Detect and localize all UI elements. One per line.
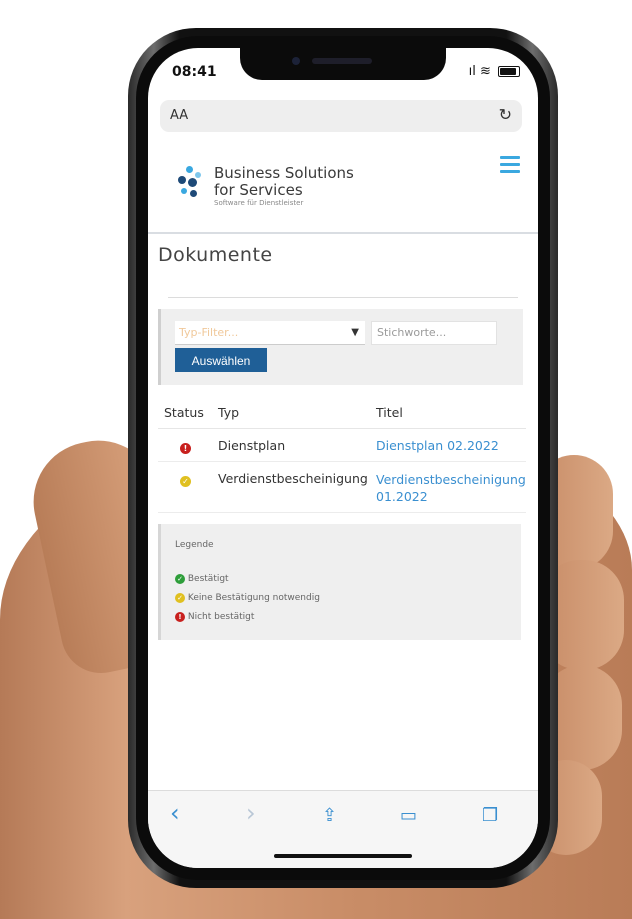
divider bbox=[168, 297, 518, 298]
table-row[interactable]: ✓ Verdienstbescheinigung Verdienstbesche… bbox=[158, 462, 526, 513]
legend-title: Legende bbox=[175, 540, 214, 550]
status-no-confirmation-icon: ✓ bbox=[180, 472, 191, 487]
status-not-confirmed-icon: ! bbox=[180, 439, 191, 454]
brand-name-line1: Business Solutions bbox=[214, 164, 354, 182]
tabs-icon[interactable]: ❐ bbox=[482, 805, 498, 826]
legend-item: ✓ Keine Bestätigung notwendig bbox=[175, 593, 320, 603]
document-link[interactable]: Dienstplan 02.2022 bbox=[376, 438, 499, 453]
header-titel: Titel bbox=[376, 405, 403, 420]
check-yellow-icon: ✓ bbox=[175, 593, 185, 603]
camera-icon bbox=[292, 57, 300, 65]
document-link[interactable]: Verdienstbescheinigung 01.2022 bbox=[376, 471, 526, 505]
exclamation-red-icon: ! bbox=[175, 612, 185, 622]
back-icon[interactable]: ‹ bbox=[170, 799, 180, 827]
reload-icon[interactable]: ↻ bbox=[499, 105, 512, 124]
type-filter-select[interactable]: Typ-Filter... ▼ bbox=[175, 321, 365, 345]
bookmarks-icon[interactable]: ▭ bbox=[400, 805, 417, 826]
table-row[interactable]: ! Dienstplan Dienstplan 02.2022 bbox=[158, 429, 526, 462]
header-typ: Typ bbox=[218, 405, 240, 420]
legend-item: ! Nicht bestätigt bbox=[175, 612, 254, 622]
header-status: Status bbox=[164, 405, 204, 420]
speaker-grille bbox=[312, 58, 372, 64]
page-title: Dokumente bbox=[158, 244, 273, 266]
status-time: 08:41 bbox=[172, 64, 217, 80]
brand-tagline: Software für Dienstleister bbox=[214, 199, 304, 207]
menu-icon[interactable] bbox=[500, 156, 520, 177]
share-icon[interactable]: ⇪ bbox=[322, 805, 337, 826]
caret-down-icon: ▼ bbox=[351, 327, 359, 338]
row-typ: Verdienstbescheinigung bbox=[218, 471, 368, 486]
home-indicator bbox=[274, 854, 412, 858]
brand-name-line2: for Services bbox=[214, 181, 303, 199]
keywords-input[interactable]: Stichworte... bbox=[371, 321, 497, 345]
forward-icon[interactable]: › bbox=[246, 799, 256, 827]
select-button[interactable]: Auswählen bbox=[175, 348, 267, 372]
legend-panel: Legende ✓ Bestätigt ✓ Keine Bestätigung … bbox=[158, 524, 521, 640]
wifi-icon: ≋ bbox=[479, 64, 491, 79]
row-typ: Dienstplan bbox=[218, 438, 286, 453]
text-size-button[interactable]: AA bbox=[170, 108, 188, 123]
address-bar[interactable]: AA ↻ bbox=[160, 100, 522, 132]
table-header: Status Typ Titel bbox=[158, 396, 526, 429]
status-icons: ıl ≋ bbox=[469, 64, 520, 79]
check-green-icon: ✓ bbox=[175, 574, 185, 584]
notch bbox=[240, 48, 446, 80]
legend-item: ✓ Bestätigt bbox=[175, 574, 229, 584]
battery-icon bbox=[498, 66, 520, 77]
signal-icon: ıl bbox=[468, 64, 476, 79]
phone-screen: 08:41 ıl ≋ AA ↻ Business Solutions for S… bbox=[148, 48, 538, 868]
filter-panel: Typ-Filter... ▼ Stichworte... Auswählen bbox=[158, 309, 523, 385]
site-header: Business Solutions for Services Software… bbox=[148, 140, 538, 234]
company-logo-icon bbox=[178, 166, 202, 202]
type-filter-placeholder: Typ-Filter... bbox=[179, 326, 239, 339]
